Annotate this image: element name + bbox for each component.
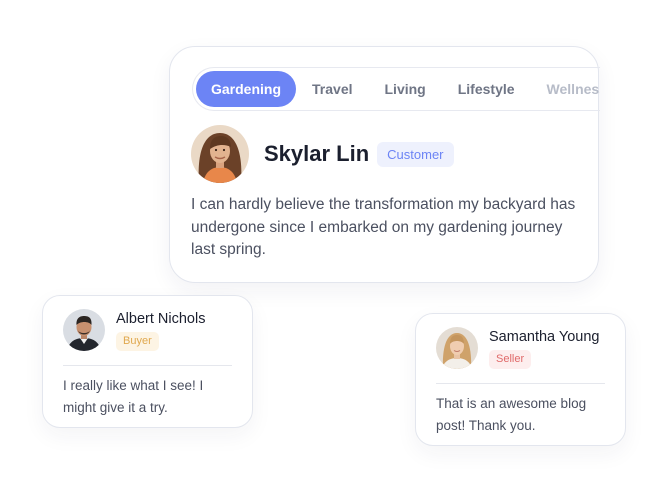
featured-testimonial-card: Gardening Travel Living Lifestyle Wellne… xyxy=(169,46,600,283)
category-tabs: Gardening Travel Living Lifestyle Wellne… xyxy=(192,67,600,111)
review-meta: Albert Nichols Buyer xyxy=(116,310,205,351)
featured-quote: I can hardly believe the transformation … xyxy=(191,196,576,258)
status-badge: Seller xyxy=(489,349,532,369)
review-profile: Samantha Young Seller xyxy=(436,327,599,369)
testimonials-showcase: Gardening Travel Living Lifestyle Wellne… xyxy=(0,0,668,492)
tab-lifestyle[interactable]: Lifestyle xyxy=(442,71,531,107)
divider xyxy=(63,365,232,366)
review-meta: Samantha Young Seller xyxy=(489,328,599,369)
review-card-samantha: Samantha Young Seller That is an awesome… xyxy=(415,313,626,446)
tab-wellness[interactable]: Wellness xyxy=(531,71,600,107)
reviewer-name: Samantha Young xyxy=(489,328,600,345)
status-badge: Buyer xyxy=(116,331,159,351)
featured-name: Skylar Lin xyxy=(264,141,370,166)
avatar xyxy=(63,309,105,351)
review-quote: I really like what I see! I might give i… xyxy=(63,378,204,415)
status-badge: Customer xyxy=(377,141,454,167)
avatar xyxy=(191,125,249,183)
review-card-albert: Albert Nichols Buyer I really like what … xyxy=(42,295,253,428)
review-quote: That is an awesome blog post! Thank you. xyxy=(436,396,587,433)
tab-gardening[interactable]: Gardening xyxy=(196,71,297,107)
tab-travel[interactable]: Travel xyxy=(296,71,368,107)
review-profile: Albert Nichols Buyer xyxy=(63,309,205,351)
divider xyxy=(436,383,605,384)
featured-profile: Skylar Lin Customer xyxy=(191,125,454,183)
avatar xyxy=(436,327,478,369)
reviewer-name: Albert Nichols xyxy=(116,310,206,327)
tab-living[interactable]: Living xyxy=(369,71,442,107)
